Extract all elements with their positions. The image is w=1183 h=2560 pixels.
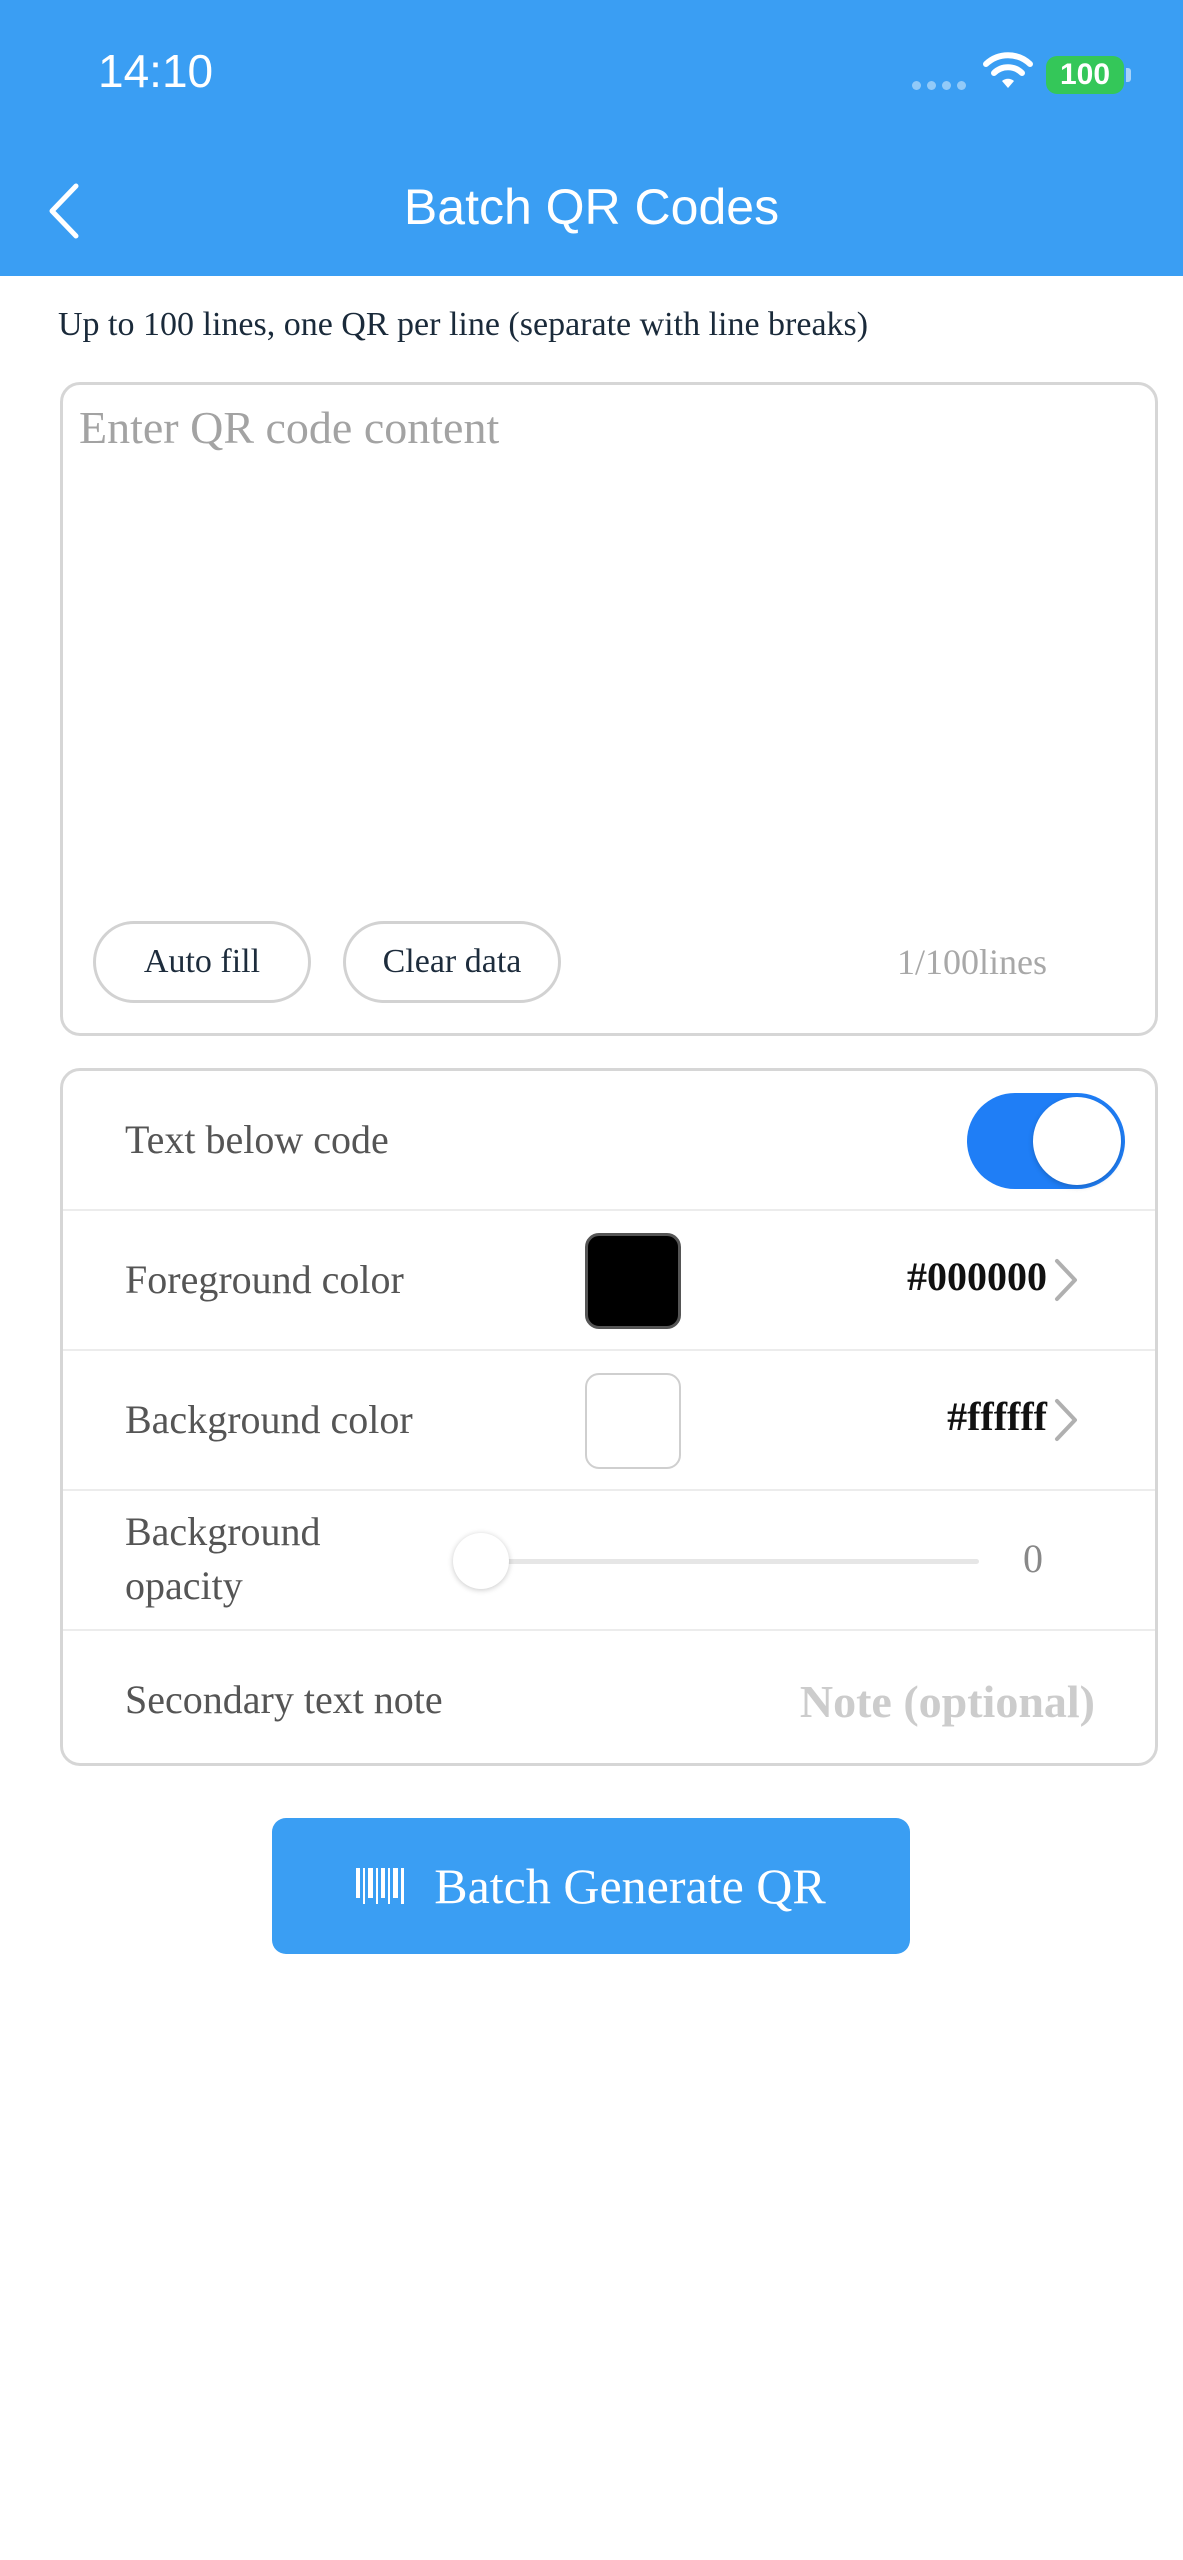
background-opacity-label-line1: Background	[125, 1509, 321, 1554]
text-below-code-toggle[interactable]	[967, 1093, 1125, 1189]
toggle-knob	[1033, 1097, 1121, 1185]
battery-nub	[1126, 68, 1131, 82]
app-header: 14:10 100 Batch QR Codes	[0, 0, 1183, 276]
wifi-icon	[983, 52, 1033, 88]
auto-fill-button[interactable]: Auto fill	[93, 921, 311, 1003]
opacity-slider-thumb[interactable]	[453, 1533, 509, 1589]
chevron-right-icon	[1055, 1259, 1077, 1301]
background-opacity-row: Background opacity 0	[63, 1491, 1155, 1631]
background-color-value: #ffffff	[947, 1394, 1047, 1439]
foreground-color-label: Foreground color	[125, 1257, 404, 1302]
batch-generate-label: Batch Generate QR	[434, 1858, 826, 1914]
secondary-note-input[interactable]	[675, 1671, 1095, 1731]
settings-card: Text below code Foreground color #000000…	[60, 1068, 1158, 1766]
background-opacity-label: Background opacity	[125, 1505, 321, 1613]
line-count: 1/100lines	[897, 942, 1047, 982]
foreground-color-row[interactable]: Foreground color #000000	[63, 1211, 1155, 1351]
text-below-code-row: Text below code	[63, 1071, 1155, 1211]
page-title: Batch QR Codes	[403, 179, 780, 235]
background-opacity-label-line2: opacity	[125, 1563, 243, 1608]
chevron-right-icon	[1055, 1399, 1077, 1441]
secondary-note-row: Secondary text note	[63, 1631, 1155, 1763]
signal-icon	[912, 78, 970, 92]
background-color-swatch[interactable]	[585, 1373, 681, 1469]
clear-data-button[interactable]: Clear data	[343, 921, 561, 1003]
foreground-color-value: #000000	[907, 1254, 1047, 1299]
barcode-icon	[356, 1868, 405, 1904]
qr-content-editor: Auto fill Clear data 1/100lines	[60, 382, 1158, 1036]
secondary-note-label: Secondary text note	[125, 1677, 443, 1722]
status-time: 14:10	[98, 45, 214, 97]
background-color-label: Background color	[125, 1397, 413, 1442]
qr-content-input[interactable]	[79, 401, 1139, 891]
opacity-value: 0	[1023, 1536, 1043, 1581]
input-hint: Up to 100 lines, one QR per line (separa…	[58, 306, 869, 343]
battery-icon: 100	[1046, 56, 1124, 94]
text-below-code-label: Text below code	[125, 1117, 389, 1162]
opacity-slider-track[interactable]	[479, 1559, 979, 1564]
batch-generate-button[interactable]: Batch Generate QR	[272, 1818, 910, 1954]
background-color-row[interactable]: Background color #ffffff	[63, 1351, 1155, 1491]
foreground-color-swatch[interactable]	[585, 1233, 681, 1329]
